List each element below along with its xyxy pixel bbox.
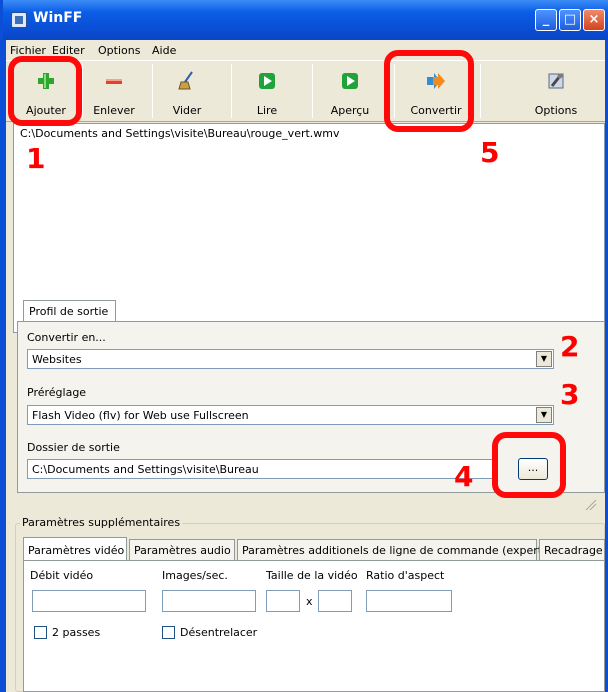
bitrate-input[interactable]: [32, 590, 146, 612]
preset-value: Flash Video (flv) for Web use Fullscreen: [32, 409, 249, 422]
callout-convert: [384, 50, 474, 132]
preview-label: Aperçu: [330, 104, 370, 117]
maximize-button[interactable]: □: [559, 9, 581, 31]
menu-aide[interactable]: Aide: [152, 44, 176, 57]
toolbar: Ajouter Enlever Vider Lire Aperçu Conver…: [6, 60, 605, 122]
size-separator: x: [306, 595, 313, 608]
resize-grip-icon[interactable]: [583, 497, 597, 511]
fps-input[interactable]: [162, 590, 256, 612]
preset-select[interactable]: Flash Video (flv) for Web use Fullscreen…: [27, 405, 554, 425]
menu-options[interactable]: Options: [98, 44, 140, 57]
client-area: Fichier Editer Options Aide Ajouter Enle…: [6, 40, 605, 692]
remove-label: Enlever: [93, 104, 135, 117]
options-icon: [548, 73, 564, 89]
extra-params-legend: Paramètres supplémentaires: [20, 516, 183, 529]
menu-bar: Fichier Editer Options Aide: [6, 40, 605, 60]
clear-button[interactable]: Vider: [156, 63, 218, 119]
aspect-ratio-label: Ratio d'aspect: [366, 569, 445, 582]
step-3-marker: 3: [560, 378, 580, 411]
video-size-label: Taille de la vidéo: [266, 569, 358, 582]
output-folder-input[interactable]: C:\Documents and Settings\visite\Bureau: [27, 459, 497, 479]
title-bar[interactable]: WinFF _ □ ×: [3, 0, 608, 40]
toolbar-separator: [312, 64, 313, 118]
aspect-ratio-input[interactable]: [366, 590, 452, 612]
chevron-down-icon[interactable]: ▼: [536, 351, 552, 367]
close-button[interactable]: ×: [583, 9, 605, 31]
two-pass-label: 2 passes: [52, 626, 101, 639]
step-1-marker: 1: [26, 142, 46, 175]
preview-button[interactable]: Aperçu: [316, 63, 384, 119]
video-params-panel: Débit vidéo Images/sec. Taille de la vid…: [23, 560, 605, 692]
list-item[interactable]: C:\Documents and Settings\visite\Bureau\…: [20, 127, 340, 140]
toolbar-separator: [480, 64, 481, 118]
toolbar-separator: [231, 64, 232, 118]
window-title: WinFF: [33, 10, 83, 26]
preview-icon: [342, 73, 358, 89]
options-button[interactable]: Options: [528, 63, 584, 119]
toolbar-separator: [152, 64, 153, 118]
output-folder-label: Dossier de sortie: [27, 441, 120, 454]
minimize-button[interactable]: _: [535, 9, 557, 31]
callout-add: [8, 56, 82, 126]
step-5-marker: 5: [480, 136, 500, 169]
remove-button[interactable]: Enlever: [86, 63, 142, 119]
convert-to-value: Websites: [32, 353, 82, 366]
options-label: Options: [534, 104, 578, 117]
width-input[interactable]: [266, 590, 300, 612]
fps-label: Images/sec.: [162, 569, 228, 582]
app-window: WinFF _ □ × Fichier Editer Options Aide …: [0, 0, 608, 692]
deinterlace-label: Désentrelacer: [180, 626, 258, 639]
tab-video[interactable]: Paramètres vidéo: [23, 537, 127, 561]
tab-recadrage[interactable]: Recadrage: [539, 539, 605, 561]
deinterlace-checkbox[interactable]: [162, 626, 175, 639]
play-icon: [259, 73, 275, 89]
step-2-marker: 2: [560, 330, 580, 363]
callout-browse: [492, 432, 566, 498]
tab-profil-de-sortie[interactable]: Profil de sortie: [23, 300, 116, 322]
play-button[interactable]: Lire: [236, 63, 298, 119]
tab-audio[interactable]: Paramètres audio: [129, 539, 235, 561]
step-4-marker: 4: [454, 460, 474, 493]
play-label: Lire: [256, 104, 278, 117]
preset-label: Préréglage: [27, 386, 87, 399]
broom-icon: [178, 71, 193, 90]
winff-logo-icon: [11, 12, 27, 28]
chevron-down-icon[interactable]: ▼: [536, 407, 552, 423]
convert-to-label: Convertir en...: [27, 331, 106, 344]
tab-expert[interactable]: Paramètres additionels de ligne de comma…: [237, 539, 546, 561]
clear-label: Vider: [172, 104, 202, 117]
two-pass-checkbox[interactable]: [34, 626, 47, 639]
convert-to-select[interactable]: Websites ▼: [27, 349, 554, 369]
toolbar-separator: [82, 64, 83, 118]
height-input[interactable]: [318, 590, 352, 612]
bitrate-label: Débit vidéo: [30, 569, 94, 582]
remove-icon: [106, 79, 122, 84]
